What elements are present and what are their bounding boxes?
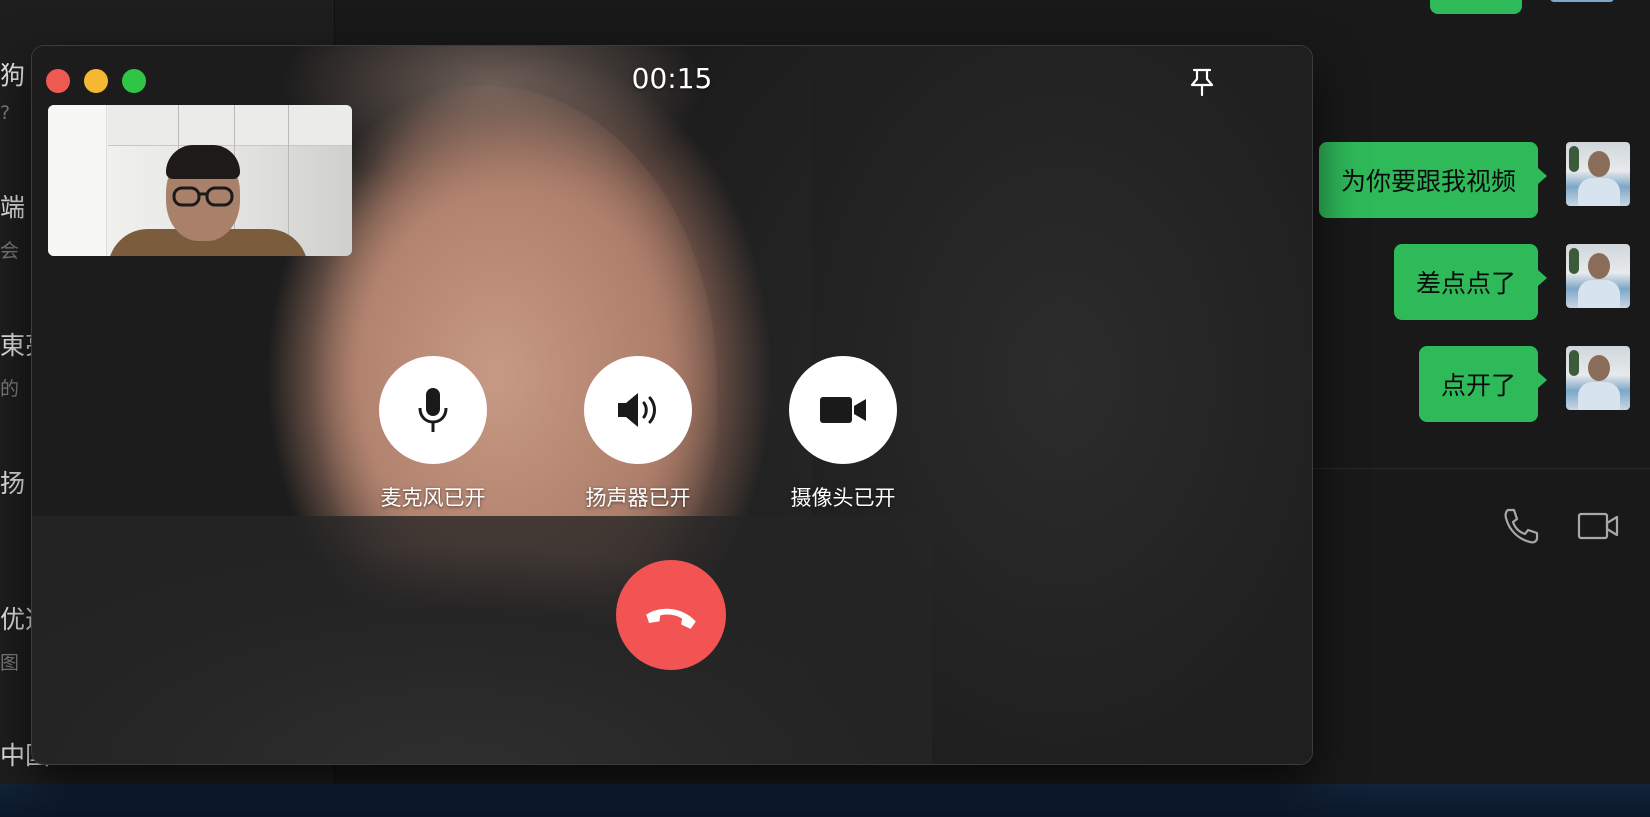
call-timer: 00:15 (631, 62, 713, 95)
message-bubble[interactable]: 为你要跟我视频 (1318, 142, 1548, 218)
camera-status-label: 摄像头已开 (790, 486, 896, 510)
message-bubble (1430, 0, 1522, 14)
microphone-control: 麦克风已开 (353, 356, 513, 512)
video-camera-icon (820, 397, 866, 423)
pin-icon[interactable] (1187, 67, 1217, 97)
chat-name: 扬 (0, 469, 26, 498)
hang-up-button[interactable] (616, 560, 726, 670)
camera-toggle-button[interactable] (789, 356, 897, 464)
remote-video-sweater (32, 516, 932, 764)
self-video-preview[interactable] (48, 105, 352, 256)
cabinet (108, 105, 352, 146)
message-row: 为你要跟我视频 (1318, 142, 1630, 218)
message-row: 点开了 (1418, 346, 1630, 422)
speaker-control: 扬声器已开 (558, 356, 718, 512)
desktop-wallpaper (0, 784, 1650, 817)
chat-name: 狗 (0, 61, 26, 90)
message-bubble[interactable]: 点开了 (1418, 346, 1548, 422)
avatar[interactable] (1566, 142, 1630, 206)
chat-name: 端 (0, 193, 26, 222)
avatar[interactable] (1566, 244, 1630, 308)
self-hair (166, 145, 240, 179)
microphone-icon (418, 388, 448, 432)
phone-icon[interactable] (1496, 504, 1542, 548)
message-row: 差点点了 (1393, 244, 1630, 320)
speaker-toggle-button[interactable] (584, 356, 692, 464)
video-call-window: 00:15 麦克风已开 扬声器已开 摄像头已开 (32, 46, 1312, 764)
speaker-icon (618, 393, 656, 427)
camera-control: 摄像头已开 (763, 356, 923, 512)
chat-preview: ? (0, 102, 11, 124)
microphone-toggle-button[interactable] (379, 356, 487, 464)
avatar (1550, 0, 1614, 2)
video-camera-icon[interactable] (1576, 504, 1622, 548)
glasses-icon (172, 186, 234, 207)
microphone-status-label: 麦克风已开 (380, 486, 486, 510)
wall (48, 105, 107, 256)
hang-up-icon (646, 608, 696, 629)
message-bubble[interactable]: 差点点了 (1393, 244, 1548, 320)
speaker-status-label: 扬声器已开 (585, 486, 691, 510)
avatar[interactable] (1566, 346, 1630, 410)
chat-preview: 的 (0, 378, 20, 400)
chat-preview: 会 (0, 240, 20, 262)
chat-preview: 图 (0, 652, 20, 674)
